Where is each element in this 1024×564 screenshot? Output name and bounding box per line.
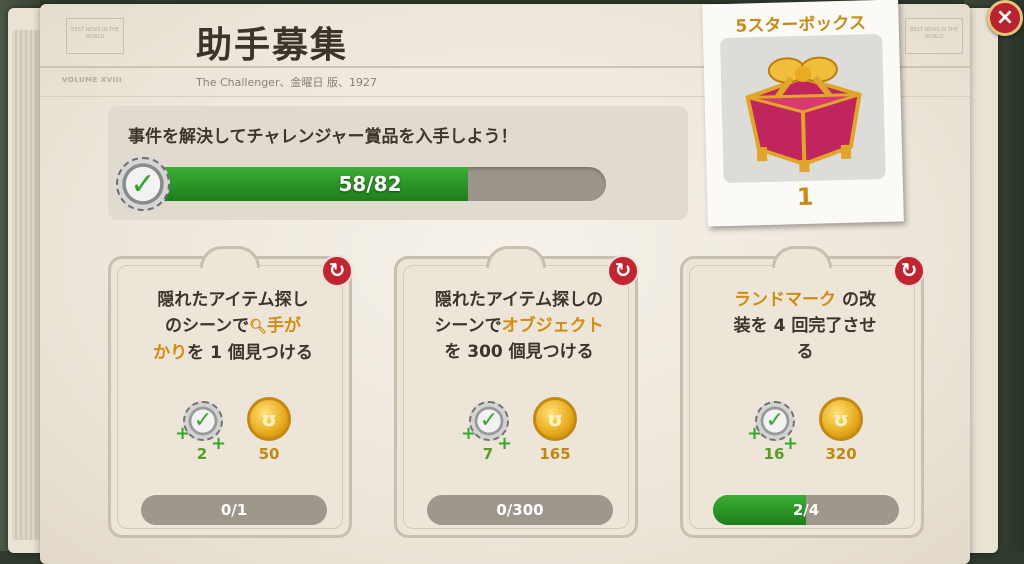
task-card-ornament bbox=[200, 246, 260, 268]
goal-progress-bar: 58/82 bbox=[134, 167, 606, 201]
goal-progress-label: 58/82 bbox=[338, 172, 402, 196]
task-card-3: ↻ ランドマーク の改 装を 4 回完了させ る ✓ + + ʊ 16 320 … bbox=[680, 246, 925, 538]
masthead-emblem-left: BEST NEWS IN THE WORLD bbox=[66, 18, 124, 54]
task-progress-bar: 2/4 bbox=[713, 495, 899, 525]
task-description: 隠れたアイテム探し のシーンで🔍︎手が かりを 1 個見つける bbox=[129, 287, 337, 366]
newspaper-stack-edge bbox=[12, 30, 42, 540]
task-progress-label: 0/300 bbox=[496, 501, 544, 519]
task-text-line: シーンで bbox=[434, 316, 502, 336]
page-title: 助手募集 bbox=[196, 25, 349, 66]
masthead-emblem-right: BEST NEWS IN THE WORLD bbox=[905, 18, 963, 54]
coin-reward-value: 320 bbox=[825, 445, 857, 463]
close-button[interactable]: × bbox=[987, 0, 1023, 36]
coin-reward-value: 50 bbox=[258, 445, 280, 463]
task-text-highlight: オブジェクト bbox=[501, 316, 604, 336]
badge-reward-value: 2 bbox=[196, 445, 208, 463]
task-text-line: の改 bbox=[836, 290, 876, 310]
task-rewards: ✓ + + ʊ 7 165 bbox=[397, 395, 635, 475]
task-card-2: ↻ 隠れたアイテム探しの シーンでオブジェクト を 300 個見つける ✓ + … bbox=[394, 246, 639, 538]
task-progress-label: 2/4 bbox=[792, 501, 820, 519]
task-text-highlight: 手が bbox=[266, 316, 301, 336]
task-rewards: ✓ + + ʊ 16 320 bbox=[683, 395, 921, 475]
task-text-highlight: かり bbox=[153, 343, 188, 363]
masthead-emblem-left-text: BEST NEWS IN THE WORLD bbox=[71, 27, 119, 40]
task-text-line: を 1 個見つける bbox=[187, 343, 313, 363]
task-text-line: を 300 個見つける bbox=[444, 342, 594, 362]
refresh-task-button[interactable]: ↻ bbox=[321, 255, 353, 287]
task-text-highlight: ランドマーク bbox=[734, 290, 837, 310]
task-text-line: る bbox=[796, 342, 814, 362]
task-text-line: のシーンで bbox=[165, 316, 250, 336]
coin-icon: ʊ bbox=[247, 397, 291, 441]
refresh-task-button[interactable]: ↻ bbox=[607, 255, 639, 287]
refresh-task-button[interactable]: ↻ bbox=[893, 255, 925, 287]
badge-reward-value: 16 bbox=[763, 445, 785, 463]
task-card-1: ↻ 隠れたアイテム探し のシーンで🔍︎手が かりを 1 個見つける ✓ + + … bbox=[108, 246, 353, 538]
goal-description: 事件を解決してチャレンジャー賞品を入手しよう！ bbox=[128, 127, 518, 147]
task-progress-bar: 0/300 bbox=[427, 495, 613, 525]
treasure-box-svg bbox=[720, 34, 886, 183]
edition-subline: The Challenger、金曜日 版、1927 bbox=[196, 76, 377, 89]
task-text-line: 装を 4 回完了させ bbox=[733, 316, 877, 336]
task-description: ランドマーク の改 装を 4 回完了させ る bbox=[701, 287, 909, 365]
magnifier-clue-icon: 🔍︎ bbox=[249, 319, 267, 335]
task-progress-label: 0/1 bbox=[220, 501, 248, 519]
badge-reward-value: 7 bbox=[482, 445, 494, 463]
reward-card[interactable]: 5スターボックス 1 bbox=[702, 0, 904, 227]
plus-icon: + bbox=[461, 423, 477, 444]
task-description: 隠れたアイテム探しの シーンでオブジェクト を 300 個見つける bbox=[415, 287, 623, 365]
treasure-box-icon bbox=[720, 33, 886, 184]
reward-count: 1 bbox=[796, 182, 814, 212]
task-card-ornament bbox=[772, 246, 832, 268]
masthead-emblem-right-text: BEST NEWS IN THE WORLD bbox=[910, 27, 958, 40]
coin-icon: ʊ bbox=[533, 397, 577, 441]
plus-icon: + bbox=[175, 423, 191, 444]
masthead-volume: VOLUME XVIII bbox=[62, 76, 122, 84]
task-text-line: 隠れたアイテム探し bbox=[157, 290, 309, 310]
task-card-ornament bbox=[486, 246, 546, 268]
task-text-line: 隠れたアイテム探しの bbox=[434, 290, 604, 310]
coin-icon: ʊ bbox=[819, 397, 863, 441]
reward-title: 5スターボックス bbox=[735, 13, 867, 37]
task-rewards: ✓ + + ʊ 2 50 bbox=[111, 395, 349, 475]
check-badge-icon: ✓ bbox=[116, 157, 170, 211]
task-progress-bar: 0/1 bbox=[141, 495, 327, 525]
plus-icon: + bbox=[747, 423, 763, 444]
coin-reward-value: 165 bbox=[539, 445, 571, 463]
